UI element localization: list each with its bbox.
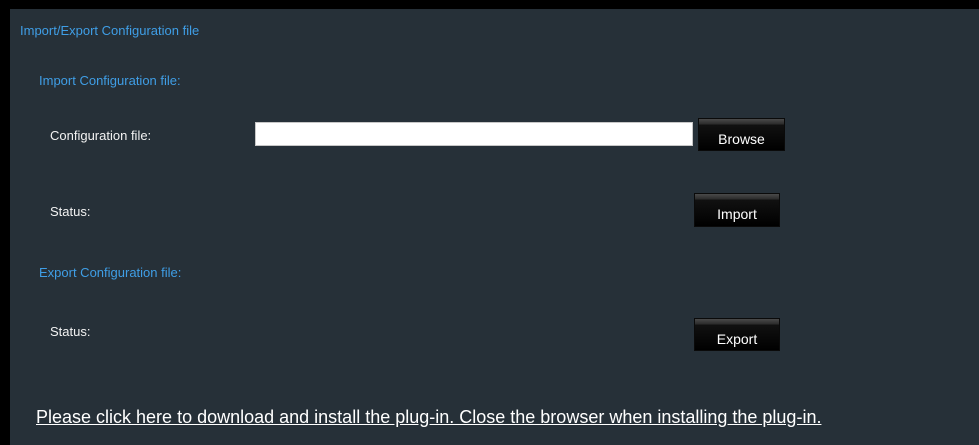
export-button[interactable]: Export (694, 318, 780, 351)
plugin-download-link[interactable]: Please click here to download and instal… (36, 406, 821, 428)
page: Import/Export Configuration file Import … (0, 0, 979, 445)
panel-title: Import/Export Configuration file (20, 23, 200, 38)
import-button[interactable]: Import (694, 193, 780, 227)
export-section-heading: Export Configuration file: (39, 265, 182, 280)
import-section-heading: Import Configuration file: (39, 73, 181, 88)
config-panel: Import/Export Configuration file Import … (10, 9, 979, 445)
configuration-file-input[interactable] (255, 122, 693, 146)
configuration-file-label: Configuration file: (50, 128, 152, 143)
browse-button[interactable]: Browse (698, 118, 785, 151)
import-status-label: Status: (50, 204, 91, 219)
export-status-label: Status: (50, 324, 91, 339)
